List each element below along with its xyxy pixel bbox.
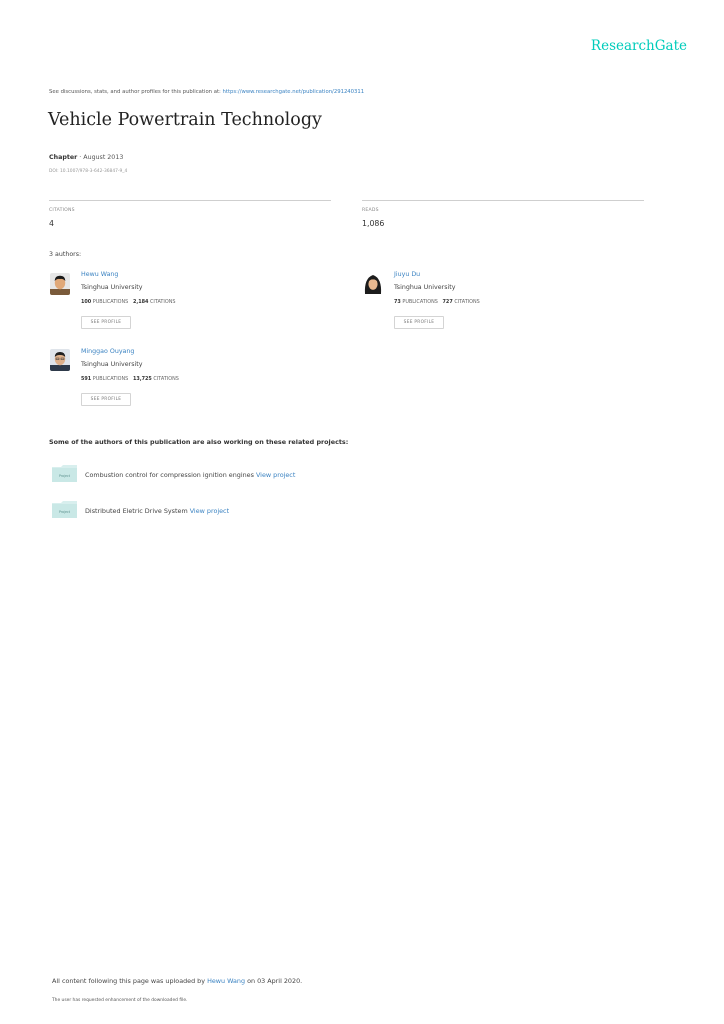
citations-value: 4 — [49, 219, 54, 228]
header-see-text: See discussions, stats, and author profi… — [49, 89, 223, 95]
publications-label: PUBLICATIONS — [92, 376, 129, 382]
person-photo-icon — [50, 273, 70, 295]
reads-value: 1,086 — [362, 219, 385, 228]
publication-url-link[interactable]: https://www.researchgate.net/publication… — [223, 89, 365, 95]
project-folder-icon[interactable]: Project — [52, 465, 77, 482]
author-stats: 73 PUBLICATIONS 727 CITATIONS — [394, 299, 480, 305]
project-item: Distributed Eletric Drive System View pr… — [85, 507, 229, 515]
header-note: See discussions, stats, and author profi… — [49, 89, 364, 95]
citations-count: 727 — [442, 299, 453, 305]
divider-left — [49, 200, 331, 201]
citations-label-small: CITATIONS — [149, 299, 176, 305]
view-project-link[interactable]: View project — [190, 507, 229, 515]
citations-label: CITATIONS — [49, 208, 75, 213]
author-name-link[interactable]: Minggao Ouyang — [81, 348, 134, 355]
upload-suffix: on 03 April 2020. — [245, 977, 303, 985]
citations-count: 2,184 — [132, 299, 149, 305]
project-title: Combustion control for compression ignit… — [85, 471, 256, 479]
upload-note: All content following this page was uplo… — [52, 977, 302, 985]
author-stats: 100 PUBLICATIONS 2,184 CITATIONS — [81, 299, 175, 305]
project-item: Combustion control for compression ignit… — [85, 471, 295, 479]
author-institution: Tsinghua University — [81, 361, 143, 368]
project-icon-label: Project — [59, 510, 71, 514]
citations-count: 13,725 — [132, 376, 152, 382]
avatar-hewu-wang[interactable] — [50, 273, 70, 295]
citations-label-small: CITATIONS — [153, 376, 179, 382]
folder-icon: Project — [52, 501, 77, 518]
author-stats: 591 PUBLICATIONS 13,725 CITATIONS — [81, 376, 179, 382]
divider-right — [362, 200, 644, 201]
publication-date: August 2013 — [83, 154, 124, 161]
publication-type: Chapter — [49, 154, 78, 161]
see-profile-button[interactable]: SEE PROFILE — [81, 316, 131, 329]
upload-prefix: All content following this page was uplo… — [52, 977, 208, 985]
person-photo-icon — [50, 349, 70, 371]
citations-label-small: CITATIONS — [454, 299, 480, 305]
project-title: Distributed Eletric Drive System — [85, 507, 190, 515]
related-projects-heading: Some of the authors of this publication … — [49, 438, 349, 446]
publications-label: PUBLICATIONS — [92, 299, 129, 305]
avatar-minggao-ouyang[interactable] — [50, 349, 70, 371]
author-institution: Tsinghua University — [81, 284, 143, 291]
researchgate-logo[interactable]: ResearchGate — [591, 38, 687, 54]
see-profile-button[interactable]: SEE PROFILE — [394, 316, 444, 329]
project-icon-label: Project — [59, 474, 71, 478]
reads-label: READS — [362, 208, 379, 213]
avatar-jiuyu-du[interactable] — [363, 272, 383, 294]
publications-count: 73 — [394, 299, 401, 305]
publication-title: Vehicle Powertrain Technology — [48, 110, 322, 130]
publication-meta: Chapter · August 2013 — [49, 154, 123, 161]
enhancement-note: The user has requested enhancement of th… — [52, 998, 188, 1003]
author-institution: Tsinghua University — [394, 284, 456, 291]
publications-count: 100 — [81, 299, 92, 305]
publication-doi: DOI: 10.1007/978-3-642-36847-9_4 — [49, 169, 128, 174]
author-name-link[interactable]: Hewu Wang — [81, 271, 118, 278]
person-photo-icon — [363, 272, 383, 294]
view-project-link[interactable]: View project — [256, 471, 295, 479]
publications-count: 591 — [81, 376, 92, 382]
author-name-link[interactable]: Jiuyu Du — [394, 271, 420, 278]
authors-heading: 3 authors: — [49, 251, 82, 258]
folder-icon: Project — [52, 465, 77, 482]
uploader-link[interactable]: Hewu Wang — [207, 977, 245, 985]
project-folder-icon[interactable]: Project — [52, 501, 77, 518]
publications-label: PUBLICATIONS — [402, 299, 438, 305]
see-profile-button[interactable]: SEE PROFILE — [81, 393, 131, 406]
